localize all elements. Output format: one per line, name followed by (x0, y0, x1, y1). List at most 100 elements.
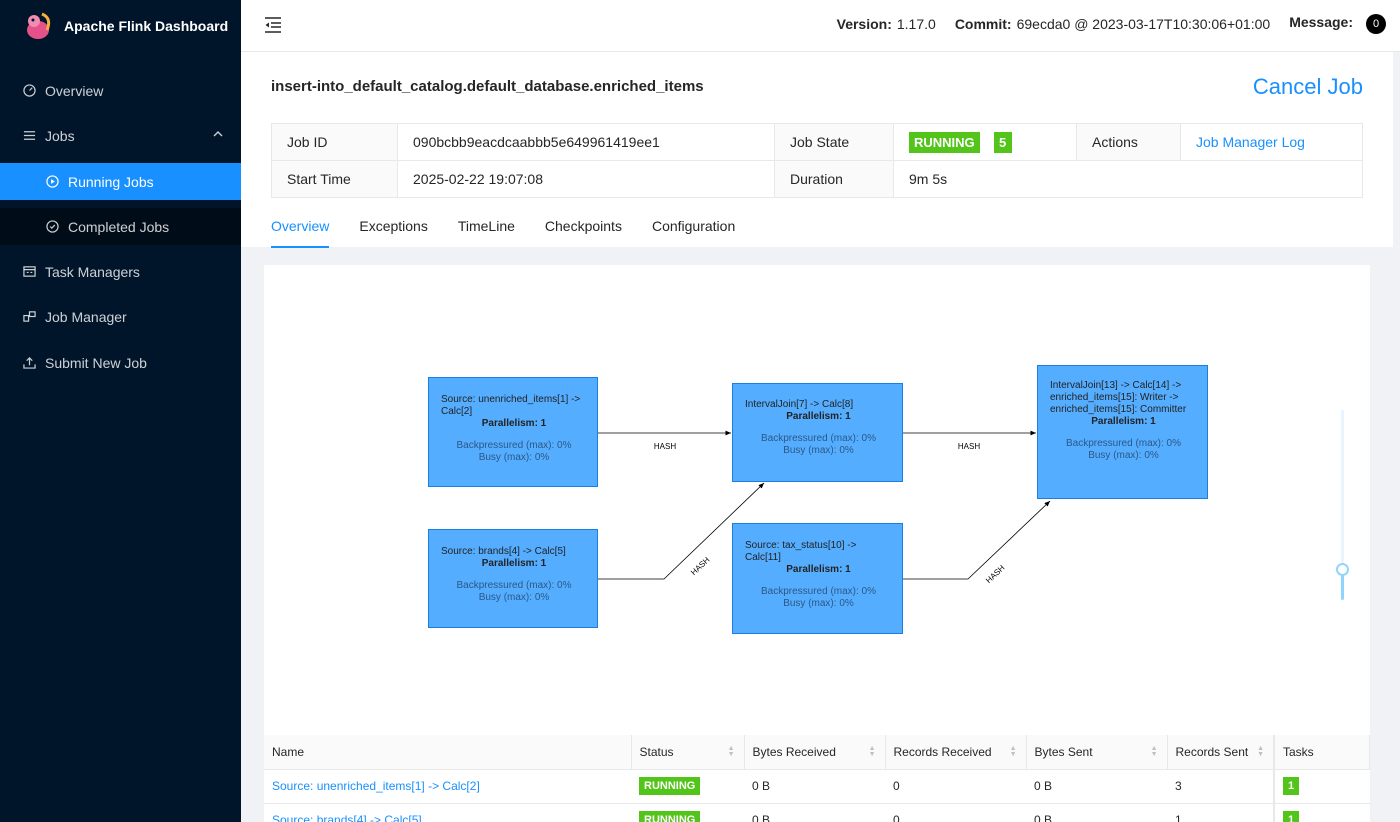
job-manager-log-link[interactable]: Job Manager Log (1180, 123, 1363, 161)
graph-node[interactable]: Source: unenriched_items[1] -> Calc[2] P… (428, 377, 598, 487)
column-header-bytes-received[interactable]: Bytes Received ▲ ▼ (744, 735, 886, 770)
column-header-status[interactable]: Status ▲ ▼ (631, 735, 745, 770)
records-received: 0 (885, 769, 1026, 804)
duration-value: 9m 5s (893, 160, 1363, 198)
vertex-status: RUNNING (631, 769, 744, 804)
records-sent: 3 (1167, 769, 1274, 804)
sidebar-item-label: Job Manager (45, 308, 127, 325)
sidebar-item-running-jobs[interactable]: Running Jobs (0, 163, 241, 200)
tasks: 1 (1273, 769, 1370, 804)
job-summary-table: Job ID 090bcbb9eacdcaabbb5e649961419ee1 … (271, 123, 1363, 198)
cancel-job-button[interactable]: Cancel Job (1253, 74, 1363, 100)
sidebar-item-label: Running Jobs (68, 173, 154, 190)
vertices-table-panel: ... Name Status▲▼ Bytes Received▲▼ Recor… (264, 735, 1370, 822)
vertex-name-link[interactable]: Source: unenriched_items[1] -> Calc[2] (264, 769, 631, 804)
records-received: 0 (885, 803, 1026, 822)
column-header-tasks[interactable]: Tasks (1273, 735, 1370, 770)
job-id-value: 090bcbb9eacdcaabbb5e649961419ee1 (397, 123, 775, 161)
play-circle-icon (45, 175, 59, 189)
tasks: 1 (1273, 803, 1370, 822)
graph-node[interactable]: IntervalJoin[7] -> Calc[8] Parallelism: … (732, 383, 903, 482)
chevron-up-icon (213, 131, 223, 137)
graph-node[interactable]: IntervalJoin[13] -> Calc[14] -> enriched… (1037, 365, 1208, 499)
sidebar-item-jobs[interactable]: Jobs (0, 117, 241, 154)
edge-label: HASH (689, 555, 712, 577)
sidebar-item-label: Completed Jobs (68, 218, 170, 235)
sort-icon: ▲ ▼ (1257, 745, 1264, 758)
tab-configuration[interactable]: Configuration (652, 218, 735, 248)
edge-label: HASH (654, 442, 676, 451)
column-header-records-received[interactable]: Records Received ▲ ▼ (885, 735, 1027, 770)
table-row[interactable]: Source: brands[4] -> Calc[5] RUNNING 0 B… (264, 803, 1370, 822)
sort-icon: ▲ ▼ (868, 745, 876, 758)
cluster-icon (22, 310, 36, 324)
top-header: Version: 1.17.0 Commit: 69ecda0 @ 2023-03-… (241, 0, 1400, 52)
sidebar-item-overview[interactable]: Overview (0, 72, 241, 109)
sidebar-item-label: Task Managers (45, 263, 140, 280)
sidebar-item-label: Overview (45, 82, 104, 99)
vertices-table: Name Status ▲ ▼ Bytes Received ▲ ▼ Records R… (264, 735, 1370, 822)
bytes-sent: 0 B (1026, 769, 1167, 804)
job-header-card: insert-into_default_catalog.default_data… (241, 52, 1393, 248)
sort-icon: ▲ ▼ (727, 745, 735, 758)
header-info: Version: 1.17.0 Commit: 69ecda0 @ 2023-03-… (818, 0, 1386, 48)
dashboard-icon (22, 84, 36, 98)
sidebar-item-submit-new-job[interactable]: Submit New Job (0, 344, 241, 381)
status-badge: RUNNING (639, 777, 701, 795)
start-time-value: 2025-02-22 19:07:08 (397, 160, 775, 198)
sidebar: Apache Flink Dashboard Overview Jobs Run… (0, 0, 241, 822)
vertex-status: RUNNING (631, 803, 744, 822)
graph-node[interactable]: Source: brands[4] -> Calc[5] Parallelism… (428, 529, 598, 628)
job-state-value: RUNNING 5 (893, 123, 1077, 161)
column-header-bytes-sent[interactable]: Bytes Sent ▲ ▼ (1026, 735, 1168, 770)
app-title: Apache Flink Dashboard (64, 18, 229, 34)
status-badge: RUNNING (639, 811, 701, 822)
graph-edges: HASH HASH HASH HASH (598, 430, 1051, 585)
actions-label: Actions (1076, 123, 1181, 161)
start-time-label: Start Time (271, 160, 398, 198)
job-graph-canvas[interactable]: HASH HASH HASH HASH Source: unenriched_i… (264, 265, 1370, 735)
upload-icon (22, 356, 36, 370)
task-count-badge: 1 (1283, 777, 1299, 795)
job-state-label: Job State (774, 123, 894, 161)
edge-label: HASH (984, 563, 1007, 585)
graph-node[interactable]: Source: tax_status[10] -> Calc[11] Paral… (732, 523, 903, 634)
sidebar-item-completed-jobs[interactable]: Completed Jobs (0, 208, 241, 245)
duration-label: Duration (774, 160, 894, 198)
message-count-badge: 0 (1366, 14, 1386, 34)
graph-edge (903, 500, 1051, 580)
version-info: Version: 1.17.0 (836, 16, 936, 32)
app-logo[interactable]: Apache Flink Dashboard (0, 0, 241, 52)
bytes-received: 0 B (744, 769, 885, 804)
sidebar-item-job-manager[interactable]: Job Manager (0, 298, 241, 335)
menu-fold-icon[interactable] (263, 15, 283, 35)
commit-info: Commit: 69ecda0 @ 2023-03-17T10:30:06+01:… (954, 16, 1271, 32)
job-tabs: Overview Exceptions TimeLine Checkpoints… (271, 218, 765, 248)
zoom-slider-handle[interactable] (1336, 563, 1349, 576)
check-circle-icon (45, 220, 59, 234)
task-count-badge: 5 (993, 131, 1012, 153)
tab-exceptions[interactable]: Exceptions (359, 218, 427, 248)
vertex-name-link[interactable]: Source: brands[4] -> Calc[5] (264, 803, 631, 822)
tab-overview[interactable]: Overview (271, 218, 330, 248)
bytes-sent: 0 B (1026, 803, 1167, 822)
sort-icon: ▲ ▼ (1009, 745, 1017, 758)
sidebar-item-task-managers[interactable]: Task Managers (0, 253, 241, 290)
records-sent: 1 (1167, 803, 1274, 822)
job-id-label: Job ID (271, 123, 398, 161)
tab-timeline[interactable]: TimeLine (458, 218, 515, 248)
sidebar-item-label: Submit New Job (45, 354, 147, 371)
message-info[interactable]: Message: 0 (1289, 14, 1386, 34)
sort-icon: ▲ ▼ (1150, 745, 1158, 758)
sidebar-item-label: Jobs (45, 127, 75, 144)
list-icon (22, 129, 36, 143)
tab-checkpoints[interactable]: Checkpoints (545, 218, 622, 248)
task-count-badge: 1 (1283, 811, 1299, 822)
column-header-records-sent[interactable]: Records Sent ▲ ▼ (1167, 735, 1275, 770)
job-title: insert-into_default_catalog.default_data… (271, 78, 704, 95)
edge-label: HASH (958, 442, 980, 451)
table-row[interactable]: Source: unenriched_items[1] -> Calc[2] R… (264, 769, 1370, 804)
status-badge: RUNNING (909, 131, 980, 153)
column-header-name[interactable]: Name (264, 735, 632, 770)
bytes-received: 0 B (744, 803, 885, 822)
